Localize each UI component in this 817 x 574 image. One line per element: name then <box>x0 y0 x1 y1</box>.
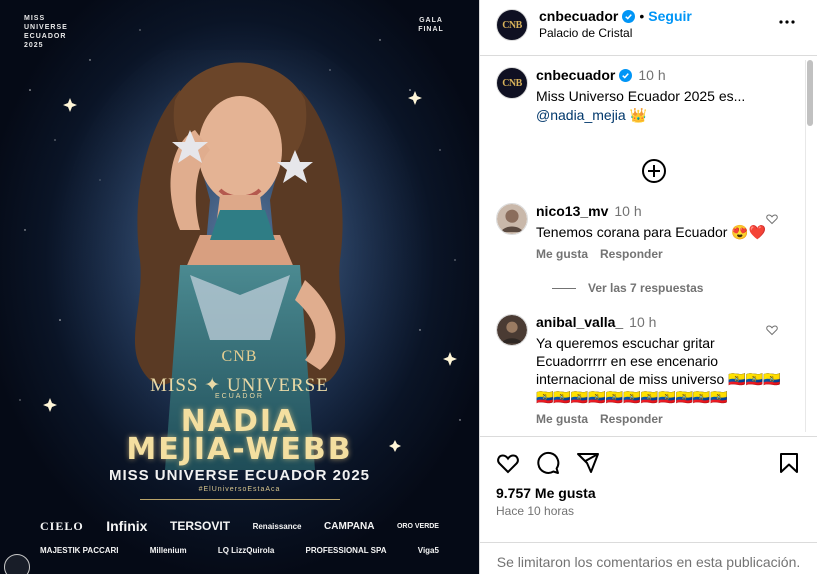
post-details-panel: CNB cnbecuador • Seguir Palacio de Crist… <box>479 0 817 574</box>
view-replies-button[interactable]: Ver las 7 respuestas <box>552 281 703 295</box>
hashtag: #ElUniversoEstaAca <box>198 486 281 493</box>
like-comment-button[interactable]: Me gusta <box>536 412 588 426</box>
username-link[interactable]: anibal_valla_ <box>536 314 623 330</box>
post-header: CNB cnbecuador • Seguir Palacio de Crist… <box>480 0 817 56</box>
post-footer: 9.757 Me gusta Hace 10 horas Se limitaro… <box>480 436 817 574</box>
heart-icon[interactable] <box>766 324 778 336</box>
comment-icon[interactable] <box>536 451 560 475</box>
comment-user-row: nico13_mv 10 h <box>536 203 642 219</box>
tagged-users-button[interactable] <box>4 554 30 574</box>
follow-button[interactable]: Seguir <box>648 8 692 24</box>
sponsor-logo: CIELO <box>40 518 84 533</box>
event-logo-text: MISS UNIVERSE ECUADOR 2025 <box>24 15 68 49</box>
comments-limited-notice: Se limitaron los comentarios en esta pub… <box>480 542 817 571</box>
timestamp[interactable]: 10 h <box>614 203 641 219</box>
sponsor-logo: Millenium <box>149 546 187 555</box>
like-heart-icon[interactable] <box>496 451 520 475</box>
like-comment-button[interactable]: Me gusta <box>536 247 588 261</box>
post-image[interactable]: MISS UNIVERSE ECUADOR 2025 GALA FINAL CN… <box>0 0 479 574</box>
sponsor-logo: TERSOVIT <box>170 519 231 533</box>
avatar[interactable]: CNB <box>496 9 528 41</box>
reply-button[interactable]: Responder <box>600 247 663 261</box>
plus-circle-icon[interactable] <box>642 159 666 183</box>
mention-link[interactable]: @nadia_mejia <box>536 107 626 123</box>
sponsor-logo: LQ LizzQuirola <box>217 546 275 555</box>
avatar[interactable] <box>496 314 528 346</box>
crown-emoji: 👑 <box>629 107 648 123</box>
caption-user-row: cnbecuador 10 h <box>536 67 666 83</box>
avatar[interactable]: CNB <box>496 67 528 99</box>
timestamp[interactable]: 10 h <box>629 314 656 330</box>
comments-scroll-area[interactable]: CNB cnbecuador 10 h Miss Universo Ecuado… <box>480 57 817 435</box>
separator-dot: • <box>639 8 645 24</box>
username-link[interactable]: cnbecuador <box>539 8 618 24</box>
sponsor-logo: Infinix <box>106 518 148 534</box>
caption-body: Miss Universo Ecuador 2025 es... <box>536 88 746 104</box>
sponsor-logo: Renaissance <box>252 521 302 531</box>
sponsor-logo: PROFESSIONAL SPA <box>305 546 387 555</box>
reply-button[interactable]: Responder <box>600 412 663 426</box>
sponsor-logo: MAJESTIK PACCARI <box>40 546 119 555</box>
timestamp[interactable]: 10 h <box>638 67 665 83</box>
scrollbar[interactable] <box>805 60 813 432</box>
caption-text: Miss Universo Ecuador 2025 es... @nadia_… <box>536 87 786 125</box>
comment-actions: Me gusta Responder <box>536 247 663 261</box>
replies-line <box>552 287 576 289</box>
avatar[interactable] <box>496 203 528 235</box>
divider <box>140 499 340 500</box>
sponsor-logo: Viga5 <box>417 546 439 555</box>
gala-final-text: GALA FINAL <box>418 17 444 33</box>
username-link[interactable]: nico13_mv <box>536 203 608 219</box>
action-bar <box>496 451 801 477</box>
likes-count[interactable]: 9.757 Me gusta <box>496 485 596 501</box>
view-replies-label: Ver las 7 respuestas <box>588 281 704 295</box>
share-icon[interactable] <box>576 451 600 475</box>
comment-actions: Me gusta Responder <box>536 412 663 426</box>
scrollbar-thumb[interactable] <box>807 60 813 126</box>
title-line: MISS UNIVERSE ECUADOR 2025 <box>108 467 371 484</box>
comment-text: Tenemos corana para Ecuador 😍❤️ <box>536 224 767 240</box>
verified-badge-icon <box>622 9 636 23</box>
sponsor-logo: ORO VERDE <box>396 522 439 530</box>
save-bookmark-icon[interactable] <box>777 451 801 475</box>
comment-user-row: anibal_valla_ 10 h <box>536 314 656 330</box>
sponsors-row-2: MAJESTIK PACCARI Millenium LQ LizzQuirol… <box>40 546 439 555</box>
header-user-row: cnbecuador • Seguir <box>539 8 692 24</box>
comment-text: Ya queremos escuchar gritar Ecuadorrrrr … <box>536 335 781 405</box>
contestant-last-name: MEJIA-WEBB <box>126 432 353 467</box>
sponsor-logo: CAMPANA <box>324 520 375 532</box>
location-link[interactable]: Palacio de Cristal <box>539 26 632 40</box>
miss-universe-sub: ECUADOR <box>214 393 264 400</box>
more-options-icon[interactable] <box>777 12 797 32</box>
heart-icon[interactable] <box>766 213 778 225</box>
post-age[interactable]: Hace 10 horas <box>496 504 574 518</box>
username-link[interactable]: cnbecuador <box>536 67 615 83</box>
cnb-logo: CNB <box>221 348 258 365</box>
sponsors-row-1: CIELO Infinix TERSOVIT Renaissance CAMPA… <box>40 518 439 534</box>
verified-badge-icon <box>619 68 633 82</box>
